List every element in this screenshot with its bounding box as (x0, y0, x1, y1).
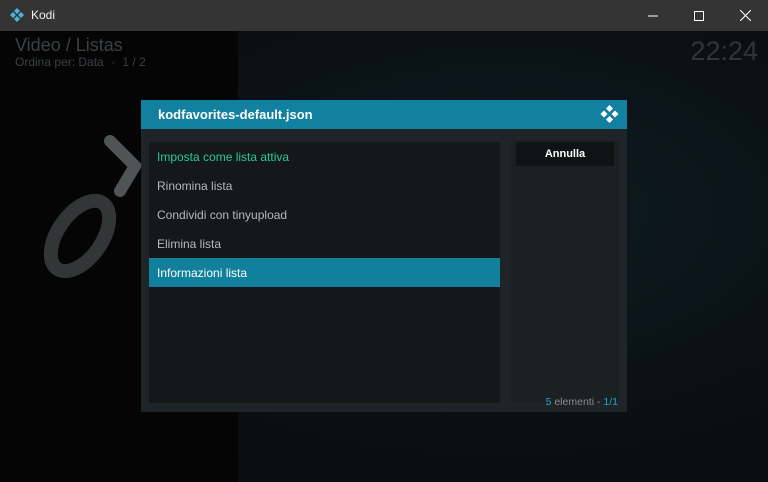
list-item-elimina[interactable]: Elimina lista (149, 229, 500, 258)
sort-separator: · (111, 55, 116, 69)
kodi-logo-icon (600, 105, 619, 123)
kodi-content: Video / Listas Ordina per: Data · 1 / 2 … (0, 31, 768, 482)
list-item-condividi[interactable]: Condividi con tinyupload (149, 200, 500, 229)
maximize-icon (694, 10, 704, 21)
button-panel: Annulla (511, 140, 619, 403)
footer-page: 1/1 (603, 396, 618, 408)
kodi-logo-icon (10, 8, 24, 22)
item-count-footer: 5 elementi - 1/1 (546, 396, 618, 408)
maximize-button[interactable] (676, 0, 722, 31)
cancel-button[interactable]: Annulla (516, 142, 614, 166)
page-title: Video / Listas (15, 35, 123, 55)
footer-separator: - (596, 396, 601, 408)
clock: 22:24 (690, 36, 758, 66)
list-item-informazioni[interactable]: Informazioni lista (149, 258, 500, 287)
sort-info: Ordina per: Data · 1 / 2 (15, 55, 146, 69)
window-titlebar: Kodi (0, 0, 768, 31)
item-count: 5 (545, 396, 552, 408)
page-indicator: 1 / 2 (122, 55, 146, 69)
minimize-icon (648, 15, 658, 16)
window-title: Kodi (31, 8, 56, 22)
minimize-button[interactable] (630, 0, 676, 31)
context-dialog: kodfavorites-default.json Imposta come l… (141, 100, 627, 412)
option-list: Imposta come lista attiva Rinomina lista… (149, 142, 500, 403)
list-item-rinomina[interactable]: Rinomina lista (149, 171, 500, 200)
sort-label: Ordina per: Data (15, 55, 104, 69)
item-count-label: elementi (554, 396, 595, 408)
dialog-title: kodfavorites-default.json (158, 107, 313, 122)
dialog-header: kodfavorites-default.json (141, 100, 627, 129)
chain-link-icon (43, 135, 143, 279)
close-icon (739, 10, 751, 21)
close-button[interactable] (722, 0, 768, 31)
list-item-imposta[interactable]: Imposta come lista attiva (149, 142, 500, 171)
